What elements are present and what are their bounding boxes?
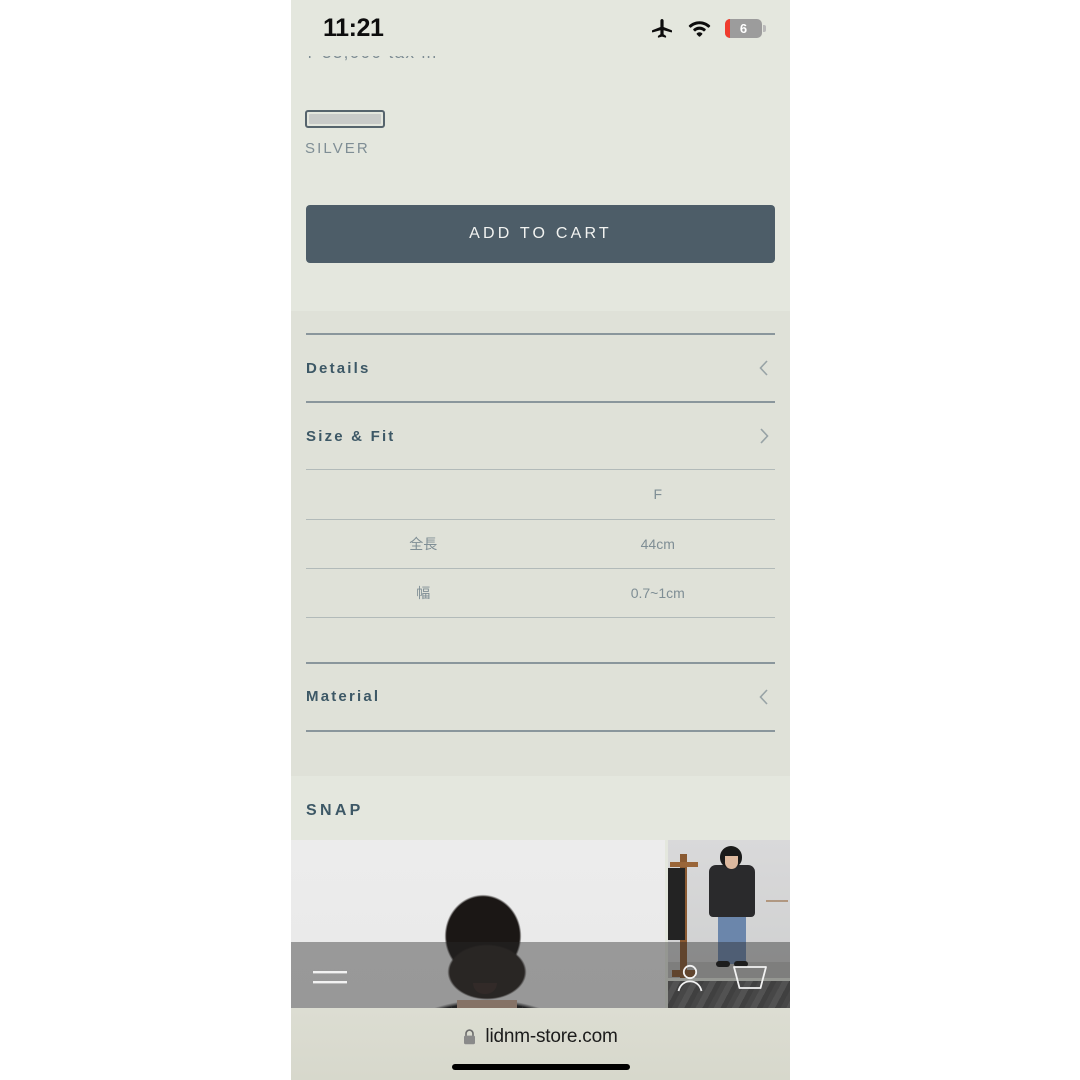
toolbar-left (313, 966, 347, 988)
silver-swatch[interactable] (305, 110, 385, 128)
snap-section-header: SNAP (291, 776, 790, 840)
battery-level: 6 (739, 20, 748, 36)
add-to-cart-button[interactable]: ADD TO CART (306, 205, 775, 263)
fullbody-photo-art (668, 839, 790, 978)
chevron-right-icon (760, 428, 769, 444)
battery-icon: 6 (725, 18, 766, 38)
photo-detail (709, 864, 755, 917)
accordion-details[interactable]: Details (306, 335, 775, 401)
table-header-value: F (540, 470, 775, 520)
accordion-material[interactable]: Material (306, 664, 775, 730)
phone-viewport: 11:21 6 ¥ 33,000 tax in SILVER (291, 0, 790, 1080)
toolbar-right (674, 961, 768, 993)
band-bottom-gap (306, 732, 775, 776)
home-indicator[interactable] (451, 1064, 630, 1070)
snap-gallery (291, 839, 790, 1012)
photo-detail (670, 861, 698, 867)
snap-photo-portrait[interactable] (291, 839, 665, 1012)
chevron-left-icon (759, 360, 768, 376)
battery-low-indicator (725, 18, 730, 38)
table-row: 幅 0.7~1cm (306, 568, 775, 618)
photo-detail (718, 913, 746, 964)
status-bar-indicators: 6 (650, 16, 766, 40)
portrait-photo-art (291, 839, 665, 1012)
photo-detail (766, 899, 788, 964)
price-text: ¥ 33,000 tax in (305, 56, 438, 63)
status-bar-time: 11:21 (323, 13, 384, 42)
table-header-row: F (306, 470, 775, 520)
snap-photo-fullbody[interactable] (668, 839, 790, 978)
hamburger-menu-icon[interactable] (313, 966, 347, 988)
snap-title: SNAP (306, 801, 364, 819)
url-text: lidnm-store.com (485, 1026, 618, 1047)
spec-label: 幅 (306, 568, 541, 618)
user-account-icon[interactable] (674, 961, 706, 993)
lock-icon (464, 1029, 476, 1045)
accordion-material-label: Material (306, 688, 381, 705)
accordion-details-label: Details (306, 359, 371, 377)
accordion-list: Details Size & Fit F 全長 44cm 幅 0.7~1cm M… (291, 311, 790, 776)
table-bottom-gap (306, 618, 775, 662)
accordion-size-fit-label: Size & Fit (306, 427, 396, 445)
shopping-basket-icon[interactable] (732, 962, 768, 992)
accordion-size-fit[interactable]: Size & Fit (306, 403, 775, 469)
spec-label: 全長 (306, 519, 541, 569)
color-selector: SILVER (291, 78, 790, 157)
airplane-mode-icon (652, 19, 672, 38)
status-bar: 11:21 6 (291, 0, 790, 56)
product-page: ¥ 33,000 tax in SILVER ADD TO CART Detai… (291, 56, 790, 1012)
swatch-label: SILVER (305, 140, 370, 157)
band-top-gap (306, 311, 775, 333)
photo-detail (725, 855, 738, 869)
table-row: 全長 44cm (306, 519, 775, 569)
swatch-fill (309, 114, 381, 124)
browser-bottom-bar: lidnm-store.com (291, 1008, 790, 1080)
product-info-band: Details Size & Fit F 全長 44cm 幅 0.7~1cm M… (291, 311, 790, 776)
chevron-left-icon (759, 688, 768, 705)
spec-value: 44cm (540, 519, 775, 569)
table-header-label (306, 470, 541, 520)
cart-action-area: ADD TO CART (291, 157, 790, 263)
size-spec-table: F 全長 44cm 幅 0.7~1cm (306, 470, 775, 618)
url-bar[interactable]: lidnm-store.com (463, 1026, 618, 1048)
spec-value: 0.7~1cm (540, 568, 775, 618)
photo-detail (668, 867, 685, 940)
wifi-icon (688, 21, 711, 37)
section-spacer (291, 263, 790, 311)
photo-detail (473, 982, 497, 994)
price-row: ¥ 33,000 tax in (291, 56, 790, 78)
